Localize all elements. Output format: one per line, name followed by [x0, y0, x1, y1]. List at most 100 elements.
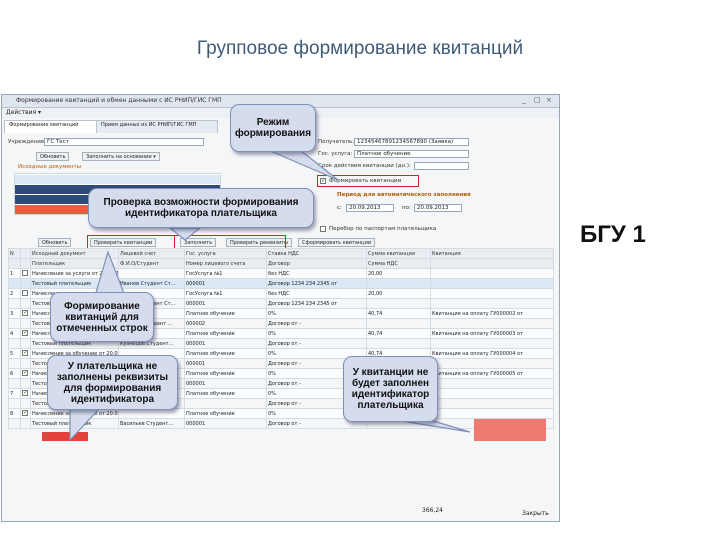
table-cell	[118, 268, 185, 279]
table-cell: Платное обучение	[184, 388, 267, 399]
actions-menu[interactable]: Действия ▾	[6, 109, 41, 116]
table-cell	[430, 288, 554, 299]
list-item[interactable]	[15, 175, 220, 184]
col-header[interactable]	[20, 248, 31, 259]
table-row[interactable]: 1 Начисление за услуги от 20.09.2013 12:4…	[8, 268, 554, 279]
table-cell	[430, 318, 554, 329]
row-checkbox[interactable]	[22, 269, 28, 276]
callout-no-payer: У плательщика не заполнены реквизиты для…	[47, 355, 178, 410]
row-checkbox-cell[interactable]	[20, 328, 31, 339]
row-checkbox-cell[interactable]	[20, 378, 31, 389]
row-checkbox-cell[interactable]	[20, 298, 31, 309]
refresh-filter-button[interactable]: Обновить	[36, 152, 70, 161]
form-receipts-button[interactable]: Сформировать квитанции	[298, 238, 376, 247]
table-cell: 40,74	[366, 308, 431, 319]
col-header[interactable]: Плательщик	[30, 258, 119, 269]
table-cell: Васильев Студент...	[118, 418, 185, 429]
close-button[interactable]: Закрыть	[522, 510, 549, 517]
col-header[interactable]: Сумма НДС	[366, 258, 431, 269]
row-checkbox-cell[interactable]	[20, 288, 31, 299]
row-checkbox[interactable]	[22, 329, 28, 336]
period-to-label: по:	[402, 205, 411, 211]
table-cell	[366, 338, 431, 349]
table-cell: Тестовый плательщик	[30, 278, 119, 289]
row-checkbox-cell[interactable]	[20, 368, 31, 379]
row-checkbox[interactable]	[22, 369, 28, 376]
row-checkbox[interactable]	[22, 349, 28, 356]
table-row[interactable]: 8 Начисление за обучение от 20.09.2013 16…	[8, 408, 554, 419]
table-cell: 20,00	[366, 268, 431, 279]
close-window-button[interactable]: ×	[546, 96, 552, 104]
col-header[interactable]: Лицевой счет	[118, 248, 185, 259]
table-cell: 0%	[266, 328, 367, 339]
table-cell: Платное обучение	[184, 348, 267, 359]
table-cell: Платное обучение	[184, 408, 267, 419]
col-header[interactable]: Сумма квитанции	[366, 248, 431, 259]
table-cell: 4	[8, 328, 21, 339]
table-cell: Платное обучение	[184, 328, 267, 339]
table-cell: ГосУслуга №1	[184, 288, 267, 299]
row-checkbox-cell[interactable]	[20, 268, 31, 279]
table-cell	[8, 338, 21, 349]
row-checkbox-cell[interactable]	[20, 348, 31, 359]
row-checkbox[interactable]	[22, 389, 28, 396]
table-cell: ГосУслуга №1	[184, 268, 267, 279]
table-cell	[430, 278, 554, 289]
table-cell	[184, 398, 267, 409]
row-checkbox[interactable]	[22, 409, 28, 416]
row-checkbox-cell[interactable]	[20, 418, 31, 429]
table-cell	[8, 278, 21, 289]
personal-checkbox[interactable]	[320, 226, 326, 232]
col-header[interactable]: Номер лицевого счета	[184, 258, 267, 269]
row-checkbox-cell[interactable]	[20, 278, 31, 289]
col-header[interactable]: N	[8, 248, 21, 259]
slide-title: Групповое формирование квитанций	[196, 38, 524, 59]
table-cell: 0%	[266, 308, 367, 319]
table-cell: 7	[8, 388, 21, 399]
table-cell: 2	[8, 288, 21, 299]
table-cell: 000001	[184, 358, 267, 369]
table-cell	[8, 398, 21, 409]
maximize-button[interactable]: □	[534, 96, 541, 104]
col-header[interactable]	[20, 258, 31, 269]
period-from-field[interactable]: 20.09.2013	[346, 204, 394, 212]
row-checkbox-cell[interactable]	[20, 398, 31, 409]
refresh-button[interactable]: Обновить	[38, 238, 72, 247]
col-header[interactable]	[430, 258, 554, 269]
row-checkbox-cell[interactable]	[20, 338, 31, 349]
col-header[interactable]: Квитанция	[430, 248, 554, 259]
validity-field[interactable]	[414, 162, 469, 170]
col-header[interactable]: Ставка НДС	[266, 248, 367, 259]
org-field[interactable]: ГС Тест	[44, 138, 204, 146]
row-checkbox-cell[interactable]	[20, 308, 31, 319]
callout-mode: Режим формирования	[230, 104, 316, 152]
table-row[interactable]: Тестовый плательщик Васильев Студент... 00…	[8, 418, 554, 429]
row-checkbox-cell[interactable]	[20, 388, 31, 399]
row-checkbox[interactable]	[22, 289, 28, 296]
period-to-field[interactable]: 20.09.2013	[414, 204, 462, 212]
row-checkbox-cell[interactable]	[20, 318, 31, 329]
row-checkbox[interactable]	[22, 309, 28, 316]
fill-by-button[interactable]: Заполнить на основании ▾	[82, 152, 160, 161]
table-cell	[8, 298, 21, 309]
table-row[interactable]: Тестовый плательщик Иванов Студент Ст... 0…	[8, 278, 554, 289]
tab-receive-data[interactable]: Прием данных из ИС РНИП/ГИС ГМП	[96, 120, 218, 133]
row-checkbox-cell[interactable]	[20, 408, 31, 419]
row-checkbox-cell[interactable]	[20, 358, 31, 369]
tab-form-receipts[interactable]: Формирование квитанций	[4, 120, 98, 133]
period-from-label: с:	[337, 205, 342, 211]
payee-field[interactable]: 12345467891234567890 (Заявка)	[354, 138, 469, 146]
col-header[interactable]: Ф.И.О/Студент	[118, 258, 185, 269]
table-cell: 5	[8, 348, 21, 359]
table-cell: Иванов Студент Ст...	[118, 278, 185, 289]
service-field[interactable]: Платное обучение	[354, 150, 469, 158]
col-header[interactable]	[8, 258, 21, 269]
table-cell: 8	[8, 408, 21, 419]
minimize-button[interactable]: _	[522, 96, 526, 104]
col-header[interactable]: Исходный документ	[30, 248, 119, 259]
total-sum: 366,24	[422, 507, 443, 514]
table-cell: 000001	[184, 338, 267, 349]
col-header[interactable]: Договор	[266, 258, 367, 269]
col-header[interactable]: Гос. услуга	[184, 248, 267, 259]
table-cell: Платное обучение	[184, 308, 267, 319]
